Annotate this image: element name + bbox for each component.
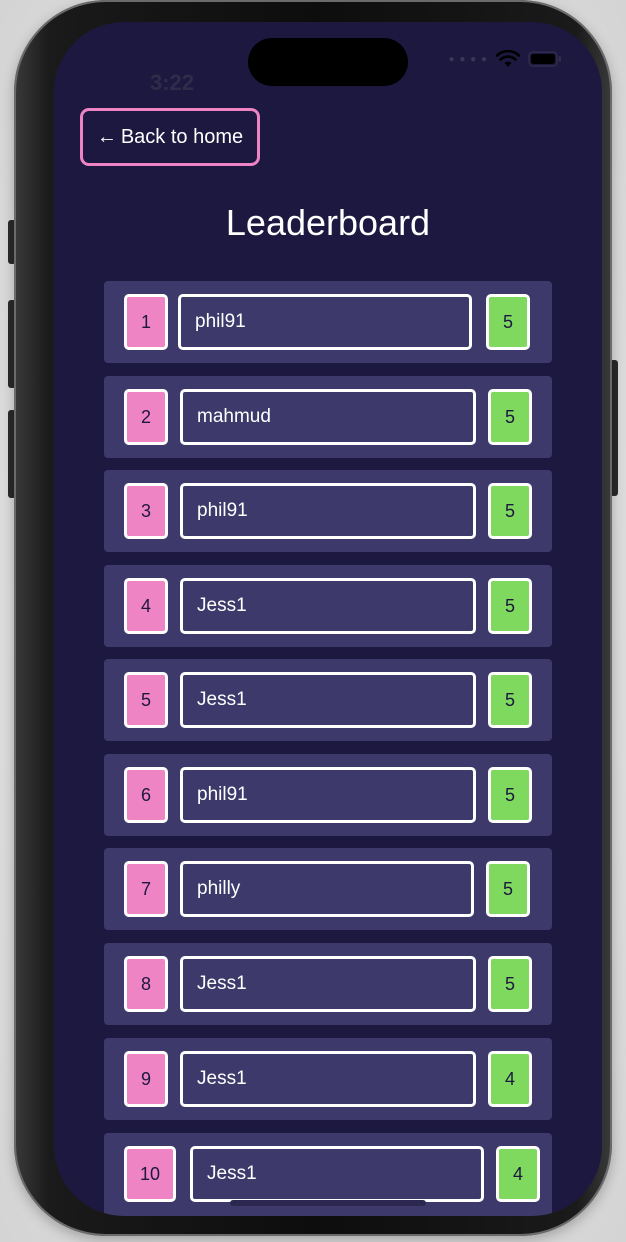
score-badge: 5 [488,483,532,539]
leaderboard-row: 6 phil91 5 [104,754,552,836]
home-indicator[interactable] [230,1200,426,1206]
score-badge: 5 [486,861,530,917]
score-badge: 4 [496,1146,540,1202]
phone-frame: 3:22 ● ● ● ● ← Back to home Leaderboard … [14,0,612,1236]
rank-badge: 8 [124,956,168,1012]
back-button-label: Back to home [120,125,244,148]
rank-badge: 7 [124,861,168,917]
player-name: Jess1 [180,1051,476,1107]
leaderboard-row: 5 Jess1 5 [104,659,552,741]
leaderboard-row: 2 mahmud 5 [104,376,552,458]
status-icons: ● ● ● ● [449,50,563,68]
score-badge: 5 [488,578,532,634]
player-name: phil91 [180,767,476,823]
battery-icon [528,51,562,67]
status-time: 3:22 [149,70,195,95]
dynamic-island [248,38,408,86]
score-badge: 5 [488,956,532,1012]
rank-badge: 9 [124,1051,168,1107]
page-title: Leaderboard [225,202,431,243]
cellular-dots-icon: ● ● ● ● [448,53,488,65]
back-to-home-button[interactable]: ← Back to home [80,108,260,166]
leaderboard-row: 8 Jess1 5 [104,943,552,1025]
rank-badge: 4 [124,578,168,634]
leaderboard-row: 1 phil91 5 [104,281,552,363]
leaderboard-row: 7 philly 5 [104,848,552,930]
rank-badge: 3 [124,483,168,539]
leaderboard-row: 4 Jess1 5 [104,565,552,647]
score-badge: 5 [488,767,532,823]
score-badge: 5 [488,389,532,445]
score-badge: 4 [488,1051,532,1107]
arrow-left-icon: ← [96,126,117,148]
leaderboard-row: 3 phil91 5 [104,470,552,552]
player-name: Jess1 [180,672,476,728]
rank-badge: 6 [124,767,168,823]
player-name: mahmud [180,389,476,445]
rank-badge: 1 [124,294,168,350]
player-name: phil91 [178,294,472,350]
wifi-icon [496,50,520,68]
score-badge: 5 [486,294,530,350]
rank-badge: 5 [124,672,168,728]
player-name: phil91 [180,483,476,539]
rank-badge: 2 [124,389,168,445]
rank-badge: 10 [124,1146,176,1202]
leaderboard-row: 9 Jess1 4 [104,1038,552,1120]
player-name: Jess1 [180,578,476,634]
player-name: philly [180,861,474,917]
player-name: Jess1 [190,1146,484,1202]
player-name: Jess1 [180,956,476,1012]
app-screen: 3:22 ● ● ● ● ← Back to home Leaderboard … [54,22,602,1216]
score-badge: 5 [488,672,532,728]
device-stage: 3:22 ● ● ● ● ← Back to home Leaderboard … [0,0,626,1242]
